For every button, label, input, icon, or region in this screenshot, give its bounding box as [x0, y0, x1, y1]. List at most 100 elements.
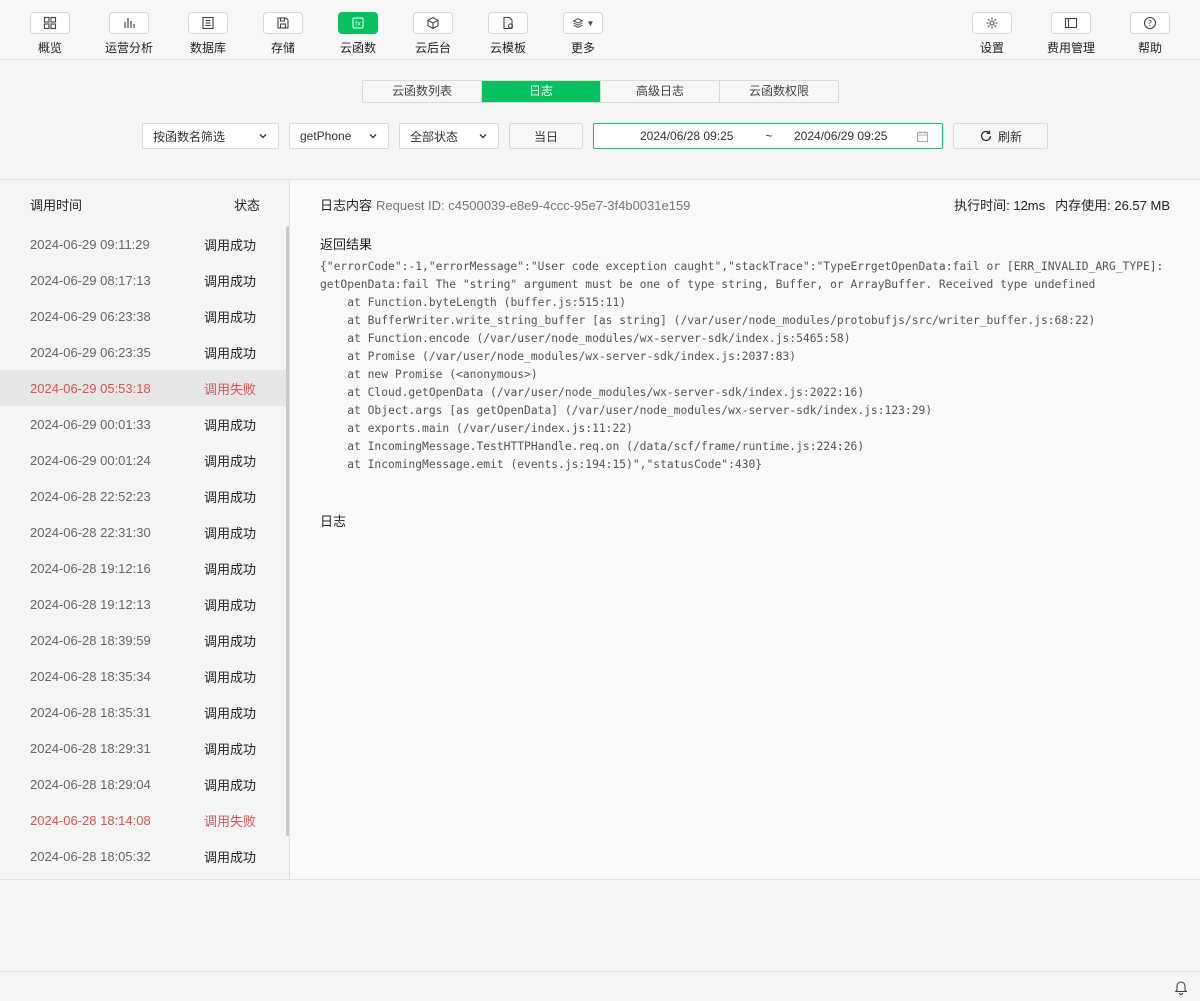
- log-row-time: 2024-06-29 05:53:18: [30, 380, 151, 396]
- billing-icon: [1051, 12, 1091, 34]
- tab-function-list[interactable]: 云函数列表: [363, 81, 482, 102]
- log-row-status: 调用成功: [204, 417, 257, 433]
- result-content: {"errorCode":-1,"errorMessage":"User cod…: [320, 260, 1164, 471]
- log-row[interactable]: 2024-06-28 18:39:59 调用成功: [0, 622, 286, 658]
- date-end: 2024/06/29 09:25: [794, 129, 888, 143]
- chevron-down-icon: ▼: [586, 18, 595, 28]
- log-row[interactable]: 2024-06-29 00:01:24 调用成功: [0, 442, 286, 478]
- log-row-status: 调用成功: [204, 525, 257, 541]
- log-row[interactable]: 2024-06-28 18:29:04 调用成功: [0, 766, 286, 802]
- log-row[interactable]: 2024-06-28 18:29:31 调用成功: [0, 730, 286, 766]
- date-range-picker[interactable]: 2024/06/28 09:25 ~ 2024/06/29 09:25: [593, 123, 943, 149]
- grid-icon: [30, 12, 70, 34]
- today-button[interactable]: 当日: [509, 123, 583, 149]
- toolbar-billing[interactable]: 费用管理: [1031, 12, 1111, 58]
- log-row[interactable]: 2024-06-28 18:14:08 调用失败: [0, 802, 286, 838]
- toolbar-help[interactable]: ? 帮助: [1110, 12, 1190, 58]
- log-row[interactable]: 2024-06-29 08:17:13 调用成功: [0, 262, 286, 298]
- column-header-status: 状态: [234, 198, 261, 213]
- log-row[interactable]: 2024-06-28 18:35:34 调用成功: [0, 658, 286, 694]
- log-row-time: 2024-06-29 09:11:29: [30, 236, 150, 252]
- status-select[interactable]: 全部状态: [399, 123, 499, 149]
- bar-chart-icon: [109, 12, 149, 34]
- chevron-down-icon: [479, 134, 487, 139]
- log-row-status: 调用失败: [204, 381, 257, 397]
- date-start: 2024/06/28 09:25: [640, 129, 734, 143]
- log-row-status: 调用成功: [204, 849, 257, 865]
- log-row[interactable]: 2024-06-29 00:01:33 调用成功: [0, 406, 286, 442]
- bell-icon[interactable]: [1174, 979, 1188, 995]
- log-list: 调用时间 状态 2024-06-29 09:11:29 调用成功 2024-06-2…: [0, 180, 290, 879]
- log-detail: 日志内容 Request ID: c4500039-e8e9-4ccc-95e7-…: [291, 180, 1200, 879]
- log-row-time: 2024-06-28 22:52:23: [30, 488, 151, 504]
- toolbar-overview[interactable]: 概览: [10, 12, 90, 58]
- status-value: 全部状态: [410, 129, 459, 144]
- log-row[interactable]: 2024-06-29 06:23:38 调用成功: [0, 298, 286, 334]
- status-bar: [0, 971, 1200, 1001]
- log-detail-header: 日志内容 Request ID: c4500039-e8e9-4ccc-95e7-…: [320, 195, 690, 214]
- memory-usage: 内存使用: 26.57 MB: [1055, 198, 1170, 213]
- toolbar-cloud-template[interactable]: 云模板: [468, 12, 548, 58]
- toolbar-label: 存储: [270, 41, 295, 55]
- request-id: Request ID: c4500039-e8e9-4ccc-95e7-3f4b…: [376, 198, 691, 213]
- log-row[interactable]: 2024-06-28 19:12:16 调用成功: [0, 550, 286, 586]
- template-icon: [488, 12, 528, 34]
- toolbar-database[interactable]: 数据库: [168, 12, 248, 58]
- toolbar-label: 云模板: [489, 41, 526, 55]
- log-row-time: 2024-06-28 19:12:13: [30, 596, 151, 612]
- log-section-title: 日志: [320, 514, 347, 529]
- log-row-status: 调用成功: [204, 597, 257, 613]
- toolbar-label: 概览: [37, 41, 62, 55]
- log-row-time: 2024-06-28 18:05:32: [30, 848, 151, 864]
- log-row[interactable]: 2024-06-28 19:12:13 调用成功: [0, 586, 286, 622]
- refresh-label: 刷新: [997, 129, 1022, 144]
- log-row-time: 2024-06-28 18:29:31: [30, 740, 151, 756]
- log-rows: 2024-06-29 09:11:29 调用成功 2024-06-29 08:17:…: [0, 226, 286, 874]
- log-row[interactable]: 2024-06-29 09:11:29 调用成功: [0, 226, 286, 262]
- function-name-select[interactable]: getPhone: [289, 123, 389, 149]
- toolbar-analytics[interactable]: 运营分析: [89, 12, 169, 58]
- log-row-status: 调用成功: [204, 633, 257, 649]
- log-row-time: 2024-06-28 18:29:04: [30, 776, 151, 792]
- refresh-button[interactable]: 刷新: [953, 123, 1048, 149]
- filter-by-select[interactable]: 按函数名筛选: [142, 123, 279, 149]
- tab-function-permissions[interactable]: 云函数权限: [720, 81, 838, 102]
- log-row[interactable]: 2024-06-28 18:05:32 调用成功: [0, 838, 286, 874]
- log-row[interactable]: 2024-06-28 22:31:30 调用成功: [0, 514, 286, 550]
- log-row-time: 2024-06-29 06:23:38: [30, 308, 151, 324]
- result-section-title: 返回结果: [320, 237, 373, 252]
- svg-text:?: ?: [1148, 19, 1152, 28]
- log-row[interactable]: 2024-06-29 06:23:35 调用成功: [0, 334, 286, 370]
- toolbar-cloud-backend[interactable]: 云后台: [393, 12, 473, 58]
- log-row[interactable]: 2024-06-28 22:52:23 调用成功: [0, 478, 286, 514]
- toolbar-more[interactable]: ▼ 更多: [543, 12, 623, 58]
- log-row-time: 2024-06-28 18:14:08: [30, 812, 151, 828]
- chevron-down-icon: [369, 134, 377, 139]
- function-icon: fx: [338, 12, 378, 34]
- log-row-time: 2024-06-28 18:39:59: [30, 632, 151, 648]
- toolbar-storage[interactable]: 存储: [243, 12, 323, 58]
- log-list-scrollbar[interactable]: [286, 226, 289, 836]
- toolbar-cloud-function[interactable]: fx 云函数: [318, 12, 398, 58]
- toolbar-label: 帮助: [1137, 41, 1162, 55]
- log-row[interactable]: 2024-06-28 18:35:31 调用成功: [0, 694, 286, 730]
- log-row-status: 调用成功: [204, 345, 257, 361]
- chevron-down-icon: [259, 134, 267, 139]
- date-separator: ~: [765, 129, 773, 143]
- log-row-time: 2024-06-29 00:01:24: [30, 452, 151, 468]
- toolbar-settings[interactable]: 设置: [952, 12, 1032, 58]
- log-row-status: 调用成功: [204, 669, 257, 685]
- storage-icon: [263, 12, 303, 34]
- exec-time: 执行时间: 12ms: [954, 198, 1046, 213]
- tab-logs[interactable]: 日志: [482, 81, 601, 102]
- log-row-status: 调用成功: [204, 705, 257, 721]
- log-detail-title: 日志内容: [320, 198, 373, 213]
- tab-advanced-logs[interactable]: 高级日志: [601, 81, 720, 102]
- gear-icon: [972, 12, 1012, 34]
- log-row-status: 调用成功: [204, 561, 257, 577]
- log-row-time: 2024-06-29 08:17:13: [30, 272, 151, 288]
- log-detail-meta: 执行时间: 12ms 内存使用: 26.57 MB: [954, 195, 1170, 214]
- log-row[interactable]: 2024-06-29 05:53:18 调用失败: [0, 370, 286, 406]
- toolbar-label: 费用管理: [1046, 41, 1095, 55]
- database-icon: [188, 12, 228, 34]
